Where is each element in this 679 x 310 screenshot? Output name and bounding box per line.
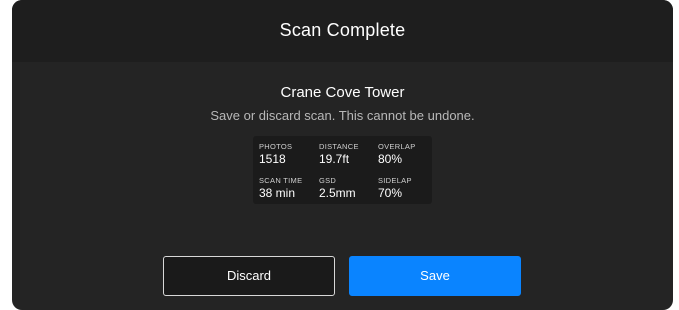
stat-distance-value: 19.7ft — [319, 152, 350, 166]
stat-distance-label: DISTANCE — [319, 142, 359, 151]
stat-gsd: GSD 2.5mm — [319, 176, 379, 200]
stat-photos-label: PHOTOS — [259, 142, 293, 151]
stat-sidelap-label: SIDELAP — [378, 176, 412, 185]
discard-button[interactable]: Discard — [163, 256, 335, 296]
stat-sidelap: SIDELAP 70% — [378, 176, 438, 200]
stat-overlap: OVERLAP 80% — [378, 142, 438, 166]
stat-gsd-label: GSD — [319, 176, 337, 185]
save-button[interactable]: Save — [349, 256, 521, 296]
stat-distance: DISTANCE 19.7ft — [319, 142, 379, 166]
warning-message: Save or discard scan. This cannot be und… — [210, 108, 475, 123]
stat-sidelap-value: 70% — [378, 186, 403, 200]
stat-scan-time-value: 38 min — [259, 186, 296, 200]
stat-photos: PHOTOS 1518 — [259, 142, 319, 166]
stat-gsd-value: 2.5mm — [319, 186, 356, 200]
scan-stats-panel: PHOTOS 1518 DISTANCE 19.7ft OVERLAP 80% … — [253, 136, 432, 204]
stat-scan-time-label: SCAN TIME — [259, 176, 303, 185]
stat-overlap-label: OVERLAP — [378, 142, 416, 151]
stat-scan-time: SCAN TIME 38 min — [259, 176, 319, 200]
stat-overlap-value: 80% — [378, 152, 403, 166]
dialog-title: Scan Complete — [279, 20, 406, 40]
scan-complete-dialog: Scan Complete Crane Cove Tower Save or d… — [12, 0, 673, 310]
scan-name: Crane Cove Tower — [280, 84, 405, 101]
stat-photos-value: 1518 — [259, 152, 286, 166]
dialog-header: Scan Complete — [12, 0, 673, 62]
